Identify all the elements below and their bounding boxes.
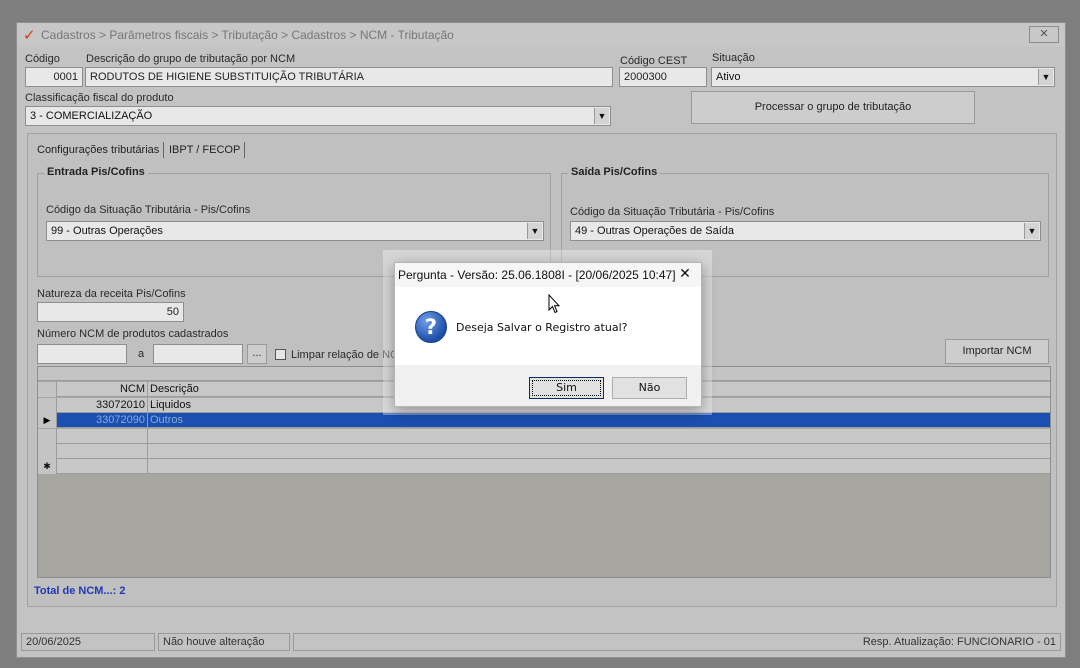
column-header-ncm[interactable]: NCM xyxy=(58,382,148,397)
situacao-select[interactable]: Ativo ▼ xyxy=(711,67,1055,87)
mouse-cursor-icon xyxy=(548,294,560,314)
entrada-title: Entrada Pis/Cofins xyxy=(44,166,148,178)
table-row-selected[interactable]: ▶ 33072090 Outros xyxy=(38,413,1050,428)
window-close-button[interactable]: ✕ xyxy=(1029,26,1059,43)
saida-cst-label: Código da Situação Tributária - Pis/Cofi… xyxy=(570,206,775,218)
descricao-field[interactable]: RODUTOS DE HIGIENE SUBSTITUIÇÃO TRIBUTÁR… xyxy=(85,67,613,87)
current-row-arrow-icon: ▶ xyxy=(38,413,57,428)
cell-descricao[interactable]: Liquidos xyxy=(150,398,191,412)
tab-divider xyxy=(163,142,164,158)
question-icon: ? xyxy=(415,311,447,343)
row-indicator xyxy=(38,398,57,413)
tab-divider xyxy=(244,142,245,158)
status-resp: Resp. Atualização: FUNCIONARIO - 01 xyxy=(293,633,1061,651)
status-change: Não houve alteração xyxy=(158,633,290,651)
importar-ncm-button[interactable]: Importar NCM xyxy=(945,339,1049,364)
entrada-cst-label: Código da Situação Tributária - Pis/Cofi… xyxy=(46,204,251,216)
column-header-descricao[interactable]: Descrição xyxy=(150,382,199,396)
cell-ncm[interactable]: 33072090 xyxy=(58,413,148,428)
limpar-checkbox[interactable] xyxy=(275,349,286,360)
natureza-field[interactable]: 50 xyxy=(37,302,184,322)
cell-descricao[interactable]: Outros xyxy=(150,413,183,427)
ncm-to-label: a xyxy=(138,348,145,360)
descricao-label: Descrição do grupo de tributação por NCM xyxy=(86,53,296,65)
ncm-from-field[interactable] xyxy=(37,344,127,364)
question-dialog: Pergunta - Versão: 25.06.1808I - [20/06/… xyxy=(394,262,702,407)
codigo-label: Código xyxy=(25,53,60,65)
saida-cst-select[interactable]: 49 - Outras Operações de Saída ▼ xyxy=(570,221,1041,241)
cell-ncm[interactable]: 33072010 xyxy=(58,398,148,413)
entrada-cst-select[interactable]: 99 - Outras Operações ▼ xyxy=(46,221,544,241)
chevron-down-icon[interactable]: ▼ xyxy=(527,223,542,239)
cest-field[interactable]: 2000300 xyxy=(619,67,707,87)
table-row-new[interactable]: ✱ xyxy=(38,459,1050,474)
natureza-label: Natureza da receita Pis/Cofins xyxy=(37,288,186,300)
dialog-message: Deseja Salvar o Registro atual? xyxy=(456,321,628,334)
classificacao-label: Classificação fiscal do produto xyxy=(25,92,174,104)
dialog-close-button[interactable]: ✕ xyxy=(675,265,695,285)
chevron-down-icon[interactable]: ▼ xyxy=(594,108,609,124)
sim-button[interactable]: Sim xyxy=(529,377,604,399)
tab-configuracoes[interactable]: Configurações tributárias xyxy=(37,140,159,160)
app-logo-icon: ✓ xyxy=(23,27,36,44)
table-row-empty[interactable] xyxy=(38,429,1050,444)
situacao-value: Ativo xyxy=(716,71,741,83)
limpar-label: Limpar relação de NC xyxy=(291,349,398,361)
entrada-cst-value: 99 - Outras Operações xyxy=(51,225,163,237)
title-bar: ✓ Cadastros > Parâmetros fiscais > Tribu… xyxy=(17,23,1065,47)
processar-button[interactable]: Processar o grupo de tributação xyxy=(691,91,975,124)
ncm-to-field[interactable] xyxy=(153,344,243,364)
codigo-field[interactable]: 0001 xyxy=(25,67,83,87)
chevron-down-icon[interactable]: ▼ xyxy=(1024,223,1039,239)
dialog-title: Pergunta - Versão: 25.06.1808I - [20/06/… xyxy=(398,268,676,282)
saida-cst-value: 49 - Outras Operações de Saída xyxy=(575,225,734,237)
situacao-label: Situação xyxy=(712,52,755,64)
classificacao-select[interactable]: 3 - COMERCIALIZAÇÃO ▼ xyxy=(25,106,611,126)
classificacao-value: 3 - COMERCIALIZAÇÃO xyxy=(30,110,153,122)
dialog-footer: Sim Não xyxy=(395,365,701,406)
nao-button[interactable]: Não xyxy=(612,377,687,399)
browse-button[interactable]: ... xyxy=(247,344,267,364)
saida-title: Saída Pis/Cofins xyxy=(568,166,661,178)
status-bar: 20/06/2025 Não houve alteração Resp. Atu… xyxy=(17,629,1065,657)
dialog-title-bar: Pergunta - Versão: 25.06.1808I - [20/06/… xyxy=(395,263,701,287)
ncm-range-label: Número NCM de produtos cadastrados xyxy=(37,328,229,340)
cest-label: Código CEST xyxy=(620,55,688,67)
tab-ibpt[interactable]: IBPT / FECOP xyxy=(169,140,240,160)
window-title: Cadastros > Parâmetros fiscais > Tributa… xyxy=(41,28,454,42)
chevron-down-icon[interactable]: ▼ xyxy=(1038,69,1053,85)
new-row-icon: ✱ xyxy=(38,459,57,474)
status-date: 20/06/2025 xyxy=(21,633,155,651)
table-row-empty[interactable] xyxy=(38,444,1050,459)
header-indicator xyxy=(38,382,57,397)
total-ncm-label: Total de NCM...: 2 xyxy=(34,585,126,597)
